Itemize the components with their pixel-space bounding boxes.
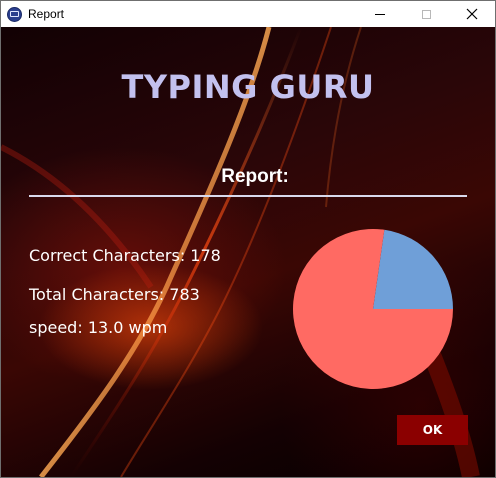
window-title: Report <box>28 7 65 21</box>
accuracy-pie-chart <box>293 229 453 389</box>
app-title: TYPING GURU <box>121 68 375 106</box>
maximize-button[interactable] <box>403 1 449 27</box>
heading-divider <box>29 195 467 197</box>
title-bar[interactable]: Report <box>1 1 495 27</box>
correct-characters-text: Correct Characters: 178 <box>29 246 221 265</box>
report-window: Report TYPING GURU Report: Correct Chara… <box>0 0 496 478</box>
speed-text: speed: 13.0 wpm <box>29 318 168 337</box>
close-icon <box>466 8 478 20</box>
report-panel: TYPING GURU Report: Correct Characters: … <box>1 27 495 477</box>
minimize-icon <box>375 13 385 15</box>
close-button[interactable] <box>449 1 495 27</box>
ok-button[interactable]: OK <box>397 415 468 445</box>
app-icon <box>7 6 22 22</box>
minimize-button[interactable] <box>357 1 403 27</box>
report-heading: Report: <box>221 166 289 187</box>
total-characters-text: Total Characters: 783 <box>29 285 200 304</box>
maximize-icon <box>421 9 431 19</box>
pie-slice-0 <box>373 229 453 309</box>
